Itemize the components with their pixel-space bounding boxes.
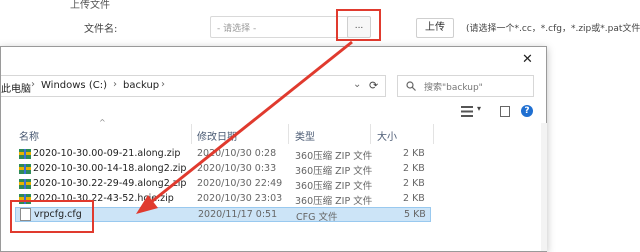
search-input[interactable]: 搜索"backup" [397, 75, 534, 97]
file-row[interactable]: 2020-10-30.00-09-21.along.zip 2020/10/30… [15, 147, 431, 162]
chevron-right-icon: › [31, 79, 35, 90]
file-date: 2020/11/17 0:51 [198, 209, 278, 220]
view-toolbar: ▾ ? [1, 103, 546, 121]
file-date: 2020/10/30 22:49 [197, 178, 283, 189]
chevron-right-icon: › [161, 79, 165, 90]
column-header-date[interactable]: 修改日期 [197, 128, 237, 143]
address-bar[interactable]: 此电脑 › Windows (C:) › backup › ⌄ ⟳ [1, 75, 386, 97]
file-size: 2 KB [403, 178, 425, 189]
file-date: 2020/10/30 0:28 [197, 148, 277, 159]
file-size: 2 KB [403, 148, 425, 159]
search-placeholder: 搜索"backup" [424, 83, 483, 93]
file-row[interactable]: 2020-10-30.00-14-18.along2.zip 2020/10/3… [15, 162, 431, 177]
file-date: 2020/10/30 0:33 [197, 163, 277, 174]
file-name: 2020-10-30.00-09-21.along.zip [33, 148, 181, 159]
view-options-icon[interactable] [461, 106, 473, 117]
zip-icon [19, 149, 31, 159]
help-icon[interactable]: ? [521, 105, 533, 117]
file-type-hint: (请选择一个*.cc，*.cfg，*.zip或*.pat文件) [466, 24, 640, 34]
column-divider[interactable] [191, 124, 192, 144]
file-name-label: 文件名: [84, 24, 118, 35]
chevron-right-icon: › [113, 79, 117, 90]
file-type: 360压缩 ZIP 文件 [295, 151, 373, 162]
file-size: 5 KB [404, 209, 426, 220]
refresh-icon[interactable]: ⟳ [369, 79, 378, 92]
vertical-scrollbar[interactable] [541, 123, 547, 251]
file-type: 360压缩 ZIP 文件 [295, 181, 373, 192]
file-date: 2020/10/30 23:03 [197, 193, 283, 204]
file-type: 360压缩 ZIP 文件 [295, 196, 373, 207]
breadcrumb-backup[interactable]: backup [123, 80, 159, 91]
column-headers: ^ 名称 修改日期 类型 大小 [1, 118, 546, 144]
annotation-box-file [10, 200, 94, 233]
close-icon[interactable]: ✕ [522, 52, 533, 67]
breadcrumb-this-pc[interactable]: 此电脑 [1, 80, 31, 95]
file-size: 2 KB [403, 193, 425, 204]
preview-pane-icon[interactable] [500, 106, 510, 117]
annotation-box-browse [336, 9, 381, 41]
file-type: 360压缩 ZIP 文件 [295, 166, 373, 177]
breadcrumb-drive[interactable]: Windows (C:) [41, 80, 107, 91]
file-row[interactable]: 2020-10-30.22-29-49.along2.zip 2020/10/3… [15, 177, 431, 192]
column-header-size[interactable]: 大小 [377, 128, 397, 143]
column-header-name[interactable]: 名称 [19, 128, 39, 143]
page-background [547, 60, 640, 252]
file-size: 2 KB [403, 163, 425, 174]
zip-icon [19, 179, 31, 189]
section-title: 上传文件 [70, 0, 110, 11]
column-divider[interactable] [370, 124, 371, 144]
column-header-type[interactable]: 类型 [295, 128, 315, 143]
search-icon [406, 81, 416, 91]
sort-ascending-icon: ^ [99, 118, 106, 127]
chevron-down-icon[interactable]: ▾ [477, 104, 481, 113]
column-divider[interactable] [433, 124, 434, 144]
file-type: CFG 文件 [296, 212, 338, 223]
zip-icon [19, 164, 31, 174]
upload-button[interactable]: 上传 [416, 18, 454, 38]
file-name: 2020-10-30.00-14-18.along2.zip [33, 163, 187, 174]
file-name: 2020-10-30.22-29-49.along2.zip [33, 178, 187, 189]
column-divider[interactable] [288, 124, 289, 144]
chevron-down-icon[interactable]: ⌄ [353, 79, 361, 90]
